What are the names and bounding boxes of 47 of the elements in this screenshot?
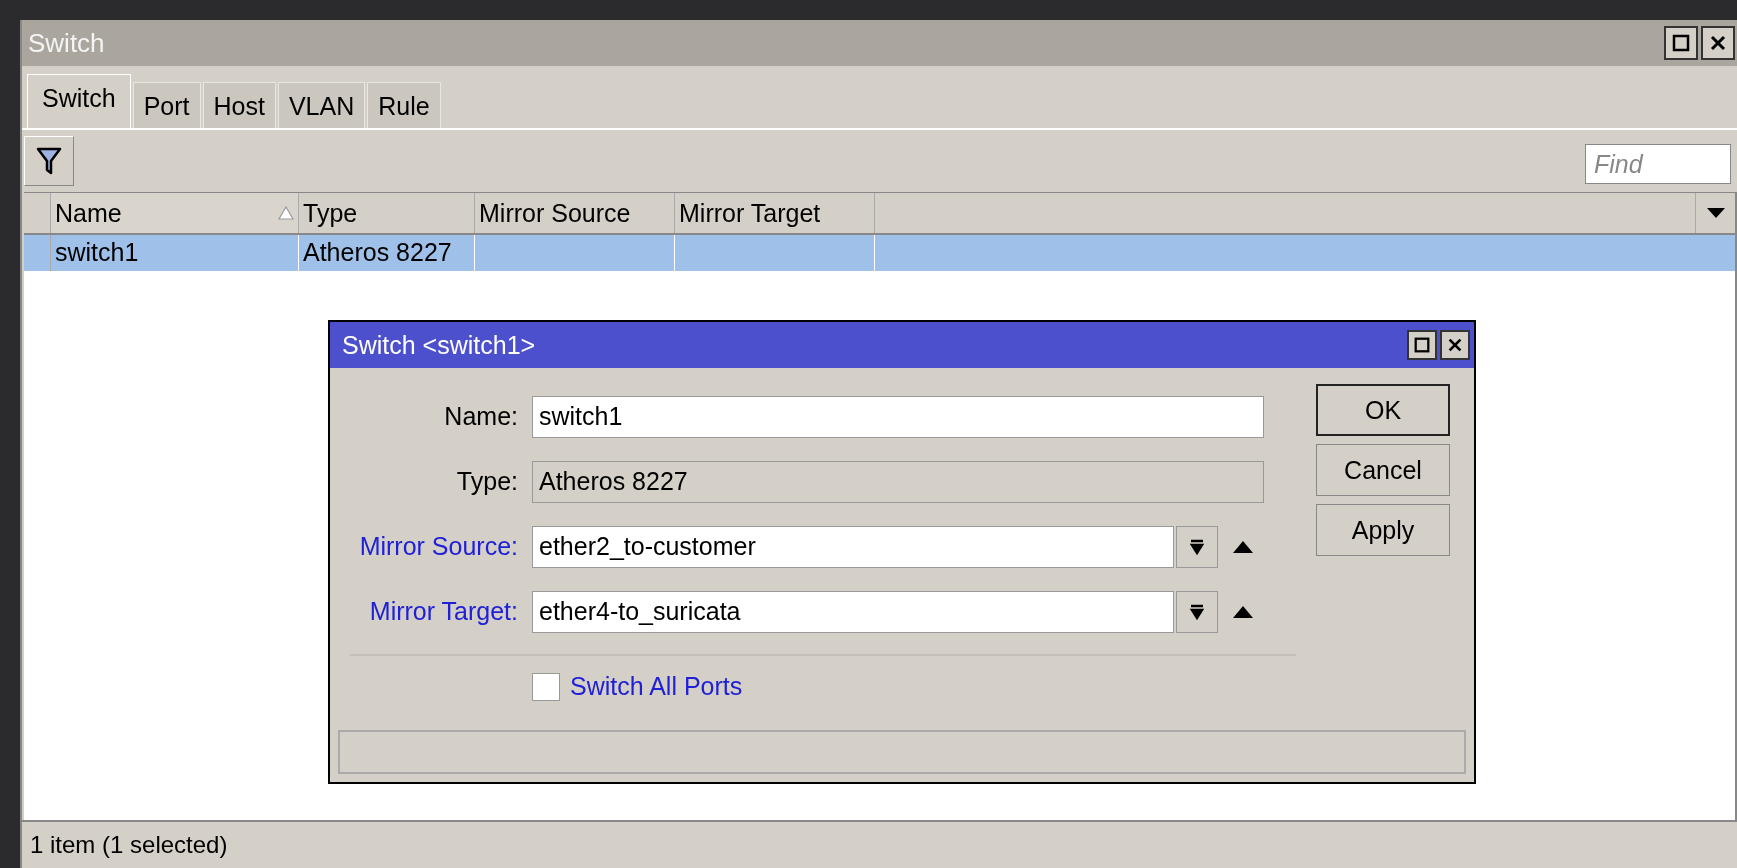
field-label: Name:: [443, 402, 519, 431]
caret-icon: [1705, 207, 1726, 219]
close-icon: [1708, 33, 1728, 53]
column-header[interactable]: Type: [299, 193, 475, 233]
maximize-icon: [1671, 33, 1691, 53]
tab[interactable]: VLAN: [277, 82, 366, 128]
sort-icon: [278, 206, 294, 220]
field-label: Type:: [455, 467, 519, 496]
input-field[interactable]: switch1: [532, 395, 1264, 438]
maximize-button[interactable]: [1407, 330, 1437, 360]
dialog-button[interactable]: Cancel: [1316, 444, 1450, 496]
column-header[interactable]: Mirror Source: [475, 193, 675, 233]
status-text: 1 item (1 selected): [30, 831, 228, 859]
table-cell: Atheros 8227: [303, 238, 452, 266]
collapse-icon[interactable]: [1232, 539, 1254, 554]
close-button[interactable]: [1440, 330, 1470, 360]
filter-icon: [36, 146, 62, 176]
find-field[interactable]: Find: [1585, 144, 1731, 184]
collapse-icon[interactable]: [1232, 604, 1254, 619]
filter-button[interactable]: [24, 136, 74, 186]
checkbox-label[interactable]: Switch All Ports: [570, 672, 743, 701]
maximize-icon: [1413, 336, 1431, 354]
combo-field[interactable]: ether2_to-customer: [532, 525, 1174, 568]
maximize-button[interactable]: [1664, 26, 1698, 60]
field-label: Mirror Target:: [368, 597, 519, 626]
combo-field[interactable]: ether4-to_suricata: [532, 590, 1174, 633]
dropdown-button[interactable]: [1176, 525, 1218, 568]
window-title: Switch: [28, 27, 105, 59]
tab[interactable]: Port: [132, 82, 201, 128]
close-icon: [1446, 336, 1464, 354]
table-cell: switch1: [55, 238, 139, 266]
dropdown-button[interactable]: [1176, 590, 1218, 633]
column-header[interactable]: Name: [51, 193, 299, 233]
tab[interactable]: Host: [202, 82, 276, 128]
dropdown-icon: [1189, 537, 1205, 556]
field-label: Mirror Source:: [358, 532, 519, 561]
table-row[interactable]: switch1 Atheros 8227: [24, 235, 1735, 271]
dropdown-icon: [1189, 602, 1205, 621]
close-button[interactable]: [1701, 26, 1735, 60]
column-header[interactable]: Mirror Target: [675, 193, 875, 233]
tab[interactable]: Rule: [367, 82, 441, 128]
dialog-button[interactable]: Apply: [1316, 504, 1450, 556]
tab[interactable]: Switch: [27, 74, 131, 128]
dialog-title: Switch <switch1>: [342, 330, 536, 360]
dialog-button[interactable]: OK: [1316, 384, 1450, 436]
checkbox[interactable]: [532, 672, 560, 701]
readonly-field: Atheros 8227: [532, 460, 1264, 503]
